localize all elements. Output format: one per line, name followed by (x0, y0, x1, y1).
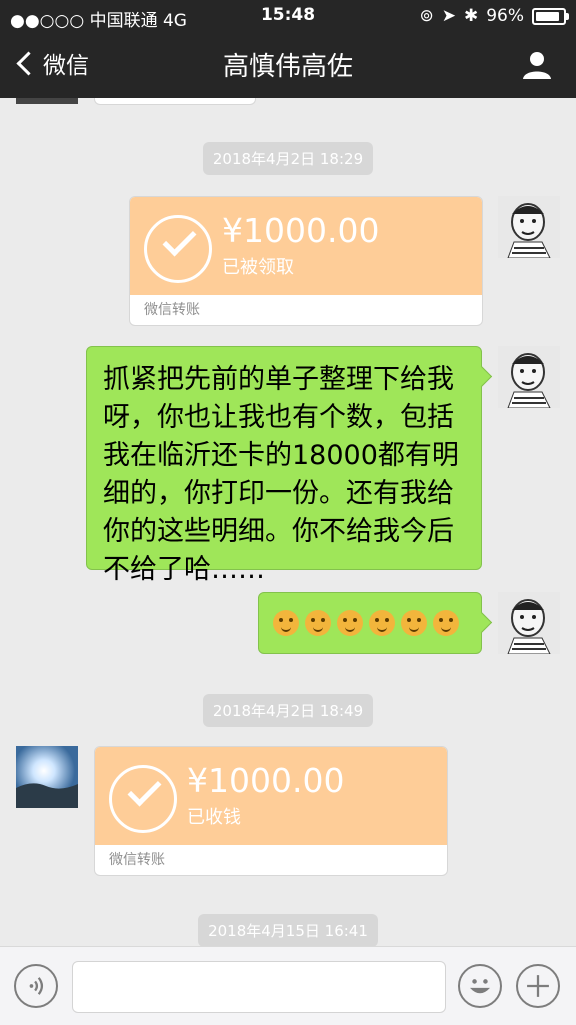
battery-fill (536, 11, 559, 21)
thinking-face-icon (433, 610, 459, 636)
user-profile-icon[interactable] (522, 50, 552, 80)
transfer-amount: ¥1000.00 (222, 211, 380, 250)
input-bar (0, 946, 576, 1025)
text-message-sent[interactable]: 抓紧把先前的单子整理下给我呀，你也让我也有个数，包括我在临沂还卡的18000都有… (86, 346, 482, 585)
battery-icon (532, 7, 569, 25)
battery-percentage: 96% (486, 6, 524, 26)
timestamp-label: 2018年4月2日 18:49 (202, 694, 374, 727)
status-right: ⊚ ➤ ✱ 96% (419, 6, 569, 26)
transfer-status: 已被领取 (222, 257, 294, 278)
transfer-header: ¥1000.00 已收钱 (95, 747, 447, 845)
message-text: 抓紧把先前的单子整理下给我呀，你也让我也有个数，包括我在临沂还卡的18000都有… (103, 364, 459, 585)
status-bar: ●●○○○ 中国联通 4G 15:48 ⊚ ➤ ✱ 96% (0, 0, 576, 32)
transfer-card-sent[interactable]: ¥1000.00 已被领取 微信转账 (129, 196, 483, 326)
bluetooth-icon: ✱ (463, 6, 479, 26)
nav-bar: 微信 高慎伟高佐 (0, 32, 576, 98)
partial-avatar (16, 98, 78, 104)
transfer-card-received[interactable]: ¥1000.00 已收钱 微信转账 (94, 746, 448, 876)
emoji-button-icon[interactable] (458, 964, 502, 1008)
transfer-footer: 微信转账 (109, 852, 165, 868)
my-avatar[interactable] (498, 592, 560, 654)
check-circle-icon (109, 765, 177, 833)
timestamp-label: 2018年4月2日 18:29 (202, 142, 374, 175)
transfer-status: 已收钱 (187, 807, 241, 828)
contact-avatar[interactable] (16, 746, 78, 808)
timestamp-label: 2018年4月15日 16:41 (198, 914, 378, 946)
plus-button-icon[interactable] (516, 964, 560, 1008)
chat-title: 高慎伟高佐 (222, 52, 353, 82)
check-circle-icon (144, 215, 212, 283)
thinking-face-icon (273, 610, 299, 636)
orientation-lock-icon: ⊚ (419, 6, 434, 26)
my-avatar[interactable] (498, 196, 560, 258)
voice-input-icon[interactable] (14, 964, 58, 1008)
transfer-amount: ¥1000.00 (187, 761, 345, 800)
thinking-face-icon (369, 610, 395, 636)
timestamp: 2018年4月2日 18:29 (0, 142, 576, 175)
emoji-message-sent[interactable] (258, 592, 482, 654)
emoji-row (273, 610, 465, 643)
chat-area[interactable]: 2018年4月2日 18:29 ¥1000.00 已被领取 微信转账 抓紧把先前… (0, 98, 576, 946)
timestamp: 2018年4月15日 16:41 (0, 914, 576, 946)
my-avatar[interactable] (498, 346, 560, 408)
thinking-face-icon (401, 610, 427, 636)
message-input[interactable] (72, 961, 446, 1013)
timestamp: 2018年4月2日 18:49 (0, 694, 576, 727)
thinking-face-icon (305, 610, 331, 636)
partial-message (94, 98, 256, 105)
transfer-footer: 微信转账 (144, 302, 200, 318)
transfer-header: ¥1000.00 已被领取 (130, 197, 482, 295)
location-icon: ➤ (441, 6, 456, 26)
thinking-face-icon (337, 610, 363, 636)
